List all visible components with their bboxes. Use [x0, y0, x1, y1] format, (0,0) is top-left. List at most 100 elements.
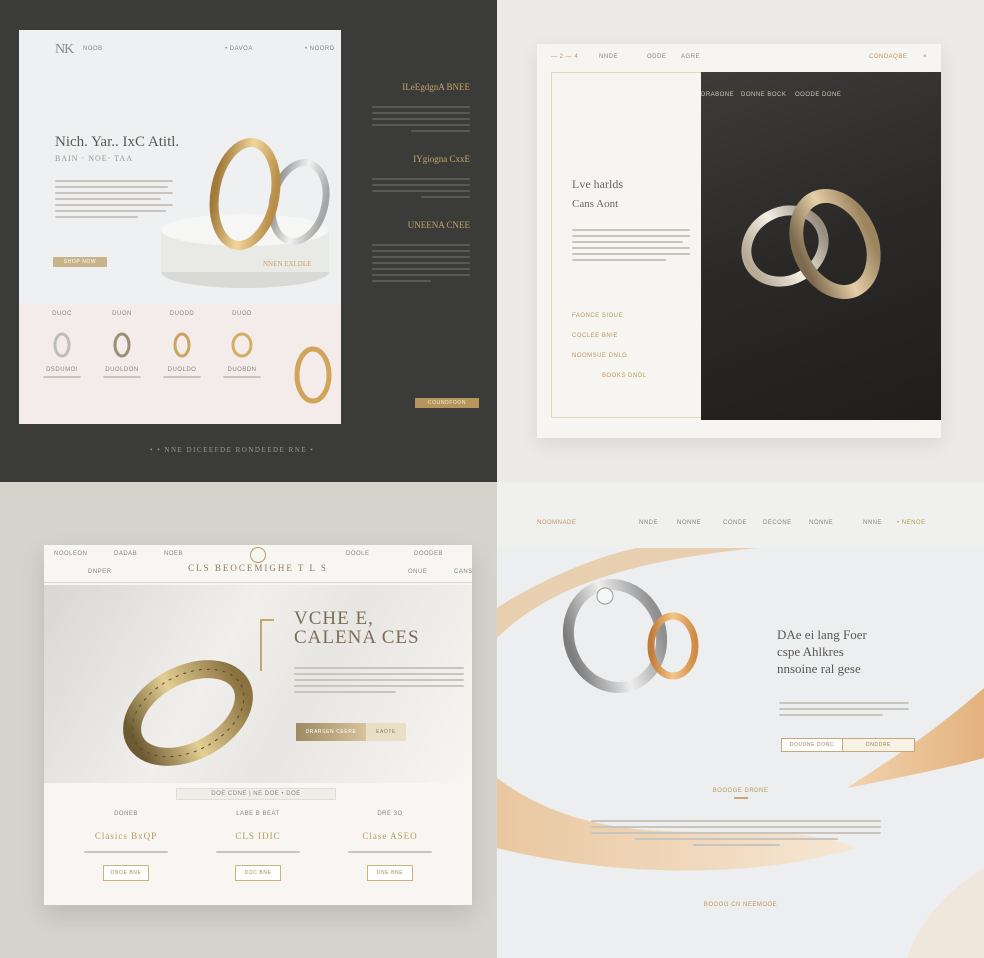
brand-emblem-icon[interactable] — [250, 547, 266, 563]
nav-link[interactable]: DOOLE — [346, 551, 370, 557]
nav-link[interactable]: • DAVOA — [225, 46, 253, 52]
top-nav: NK NOOB • DAVOA • NOORD — [55, 42, 334, 58]
nav-link[interactable]: NOOB — [83, 46, 103, 52]
product-label: DSDUMOI — [46, 367, 78, 373]
hero-banner: VCHE E, CALENA CES DRARSEN CEERE EAOTE — [44, 585, 472, 783]
wedding-rings-image — [741, 189, 881, 299]
nav-cta-link[interactable]: • NENOE — [897, 520, 926, 526]
nav-link[interactable]: NONNE — [677, 520, 701, 526]
hero-title: VCHE E, CALENA CES — [294, 609, 420, 647]
side-column: ILeEgdgnA BNEE IYgiogna CxxE UNEENA CNEE — [372, 82, 470, 304]
secondary-cta-button[interactable]: EAOTE — [366, 723, 406, 741]
nav-link[interactable]: NOEB — [164, 551, 183, 557]
nav-link[interactable]: DADAB — [114, 551, 137, 557]
list-link[interactable]: FAONCE SIOUE — [572, 313, 647, 319]
collection-button[interactable]: DNE BNE — [367, 865, 413, 881]
nav-link[interactable]: DOODEB — [414, 551, 443, 557]
nav-link[interactable]: NNNE — [863, 520, 882, 526]
nav-link[interactable]: ODDE — [647, 54, 666, 60]
side-section: IYgiogna CxxE — [372, 154, 470, 198]
hero-title-line-2: CALENA CES — [294, 627, 420, 648]
collection-name: Clase ASEO — [362, 831, 418, 841]
panel-wave-landing: NOOMNADE NNDE NONNE CONDE DECONE NONNE N… — [497, 482, 984, 958]
panel-split-layout: — 2 — 4 NNDE ODDE AGRE CONDAQBE × Lve ha… — [497, 0, 984, 482]
collection-card: DRE 3O Clase ASEO DNE BNE — [330, 811, 450, 881]
body-paragraph — [572, 225, 690, 265]
primary-cta-button[interactable]: DRARSEN CEERE — [296, 723, 366, 741]
hero-title: Nich. Yar.. IxC Atitl. — [55, 134, 180, 150]
hero-title-line-3: nnsoine ral gese — [777, 661, 861, 676]
photo-nav-link[interactable]: DONNE BOCK — [741, 92, 786, 98]
list-link[interactable]: NOOMSUE DNLG — [572, 353, 647, 359]
nav-link[interactable]: AGRE — [681, 54, 700, 60]
product-card[interactable]: DUOD DUOBDN — [215, 311, 269, 381]
side-section: UNEENA CNEE — [372, 220, 470, 282]
hero-title-line-1: VCHE E, — [294, 608, 374, 629]
product-photo: DRABONE DONNE BOCK OOODE DONE — [701, 72, 941, 420]
section-paragraph — [591, 816, 881, 850]
hero-subtitle: BAIN · NOE· TAA — [55, 154, 133, 163]
nav-link[interactable]: CONDAQBE — [869, 54, 907, 60]
product-name: DUOD — [232, 311, 252, 317]
hero-stage: DAe ei lang Foer cspe Ahlkres nnsoine ra… — [497, 548, 984, 958]
landing-card: NK NOOB • DAVOA • NOORD Nich. Yar.. IxC … — [19, 30, 341, 424]
collection-button[interactable]: DNOE BNE — [103, 865, 149, 881]
more-link[interactable]: BOOKS DNOL — [572, 373, 647, 379]
collection-card: LABE B BEAT CLS IDIC DOC BNE — [198, 811, 318, 881]
link-list: FAONCE SIOUE COCLEE BNIE NOOMSUE DNLG BO… — [572, 313, 647, 393]
hero-paragraph — [779, 698, 909, 720]
section-heading: BOOOGE DRDNE — [497, 788, 984, 802]
collection-heading: DRE 3O — [377, 811, 403, 817]
top-nav: — 2 — 4 NNDE ODDE AGRE CONDAQBE × — [551, 54, 929, 64]
heading-line-1: Lve harlds — [572, 177, 623, 191]
split-frame: — 2 — 4 NNDE ODDE AGRE CONDAQBE × Lve ha… — [537, 44, 941, 438]
diamond-rings-image — [562, 579, 699, 693]
ring-thumbnail-icon — [173, 332, 191, 358]
footer-links: • • NNE DICEEFDE RONDEEDE RNE • — [150, 446, 315, 454]
nav-link[interactable]: NONNE — [809, 520, 833, 526]
featured-ring-icon — [294, 346, 332, 404]
chevron-divider-icon — [733, 797, 748, 799]
hero-title-line-1: DAe ei lang Foer — [777, 627, 867, 642]
product-card[interactable]: DUOC DSDUMOI — [35, 311, 89, 381]
hero-shop-button[interactable]: SHOP NOW — [53, 257, 107, 267]
product-label: DUOLDON — [105, 367, 139, 373]
hero-title: DAe ei lang Foer cspe Ahlkres nnsoine ra… — [777, 626, 867, 677]
brand-logo[interactable]: NK — [55, 42, 74, 58]
collection-button[interactable]: DOC BNE — [235, 865, 281, 881]
product-name: DUON — [112, 311, 132, 317]
nav-link[interactable]: DECONE — [763, 520, 792, 526]
ring-thumbnail-icon — [231, 332, 253, 358]
product-name: DUODD — [169, 311, 195, 317]
brand-logo[interactable]: NOOMNADE — [537, 520, 576, 526]
photo-nav-link[interactable]: OOODE DONE — [795, 92, 841, 98]
hero-title-line-2: cspe Ahlkres — [777, 644, 844, 659]
side-cta-button[interactable]: COUNDFOON — [415, 398, 479, 408]
pagination-bar[interactable]: DOE CDNE | NE DOE • DOE — [176, 788, 336, 800]
close-icon[interactable]: × — [923, 54, 927, 60]
nav-link[interactable]: NNDE — [599, 54, 618, 60]
photo-nav-link[interactable]: DRABONE — [701, 92, 734, 98]
product-card[interactable]: DUON DUOLDON — [95, 311, 149, 381]
hero-paragraph — [294, 663, 464, 697]
wedding-rings-image — [209, 138, 330, 250]
ring-thumbnail-icon — [53, 332, 71, 358]
text-column: Lve harlds Cans Aont FAONCE SIOUE COCLEE… — [551, 72, 701, 418]
primary-cta-button[interactable]: DOUDNE DONC — [781, 738, 843, 752]
nav-link[interactable]: • NOORD — [305, 46, 335, 52]
product-card[interactable]: DUODD DUOLDO — [155, 311, 209, 381]
nav-link[interactable]: NOOLEON — [54, 551, 88, 557]
nav-link[interactable]: NNDE — [639, 520, 658, 526]
product-strip: DUOC DSDUMOI DUON DUOLDON DUODD DUOLDO D… — [19, 305, 341, 424]
product-label: DUOBDN — [227, 367, 257, 373]
secondary-cta-button[interactable]: DNDDRE — [843, 738, 915, 752]
side-heading: IYgiogna CxxE — [413, 154, 470, 164]
panel-dark-landing: NK NOOB • DAVOA • NOORD Nich. Yar.. IxC … — [0, 0, 497, 482]
collection-name: Clasics BxQP — [94, 831, 158, 841]
footer-heading: BOOOG CN NEEMOOE — [703, 902, 778, 908]
list-link[interactable]: COCLEE BNIE — [572, 333, 647, 339]
nav-logo[interactable]: — 2 — 4 — [551, 54, 578, 60]
side-heading: ILeEgdgnA BNEE — [402, 82, 470, 92]
nav-link[interactable]: CONDE — [723, 520, 747, 526]
collection-heading: LABE B BEAT — [236, 811, 280, 817]
